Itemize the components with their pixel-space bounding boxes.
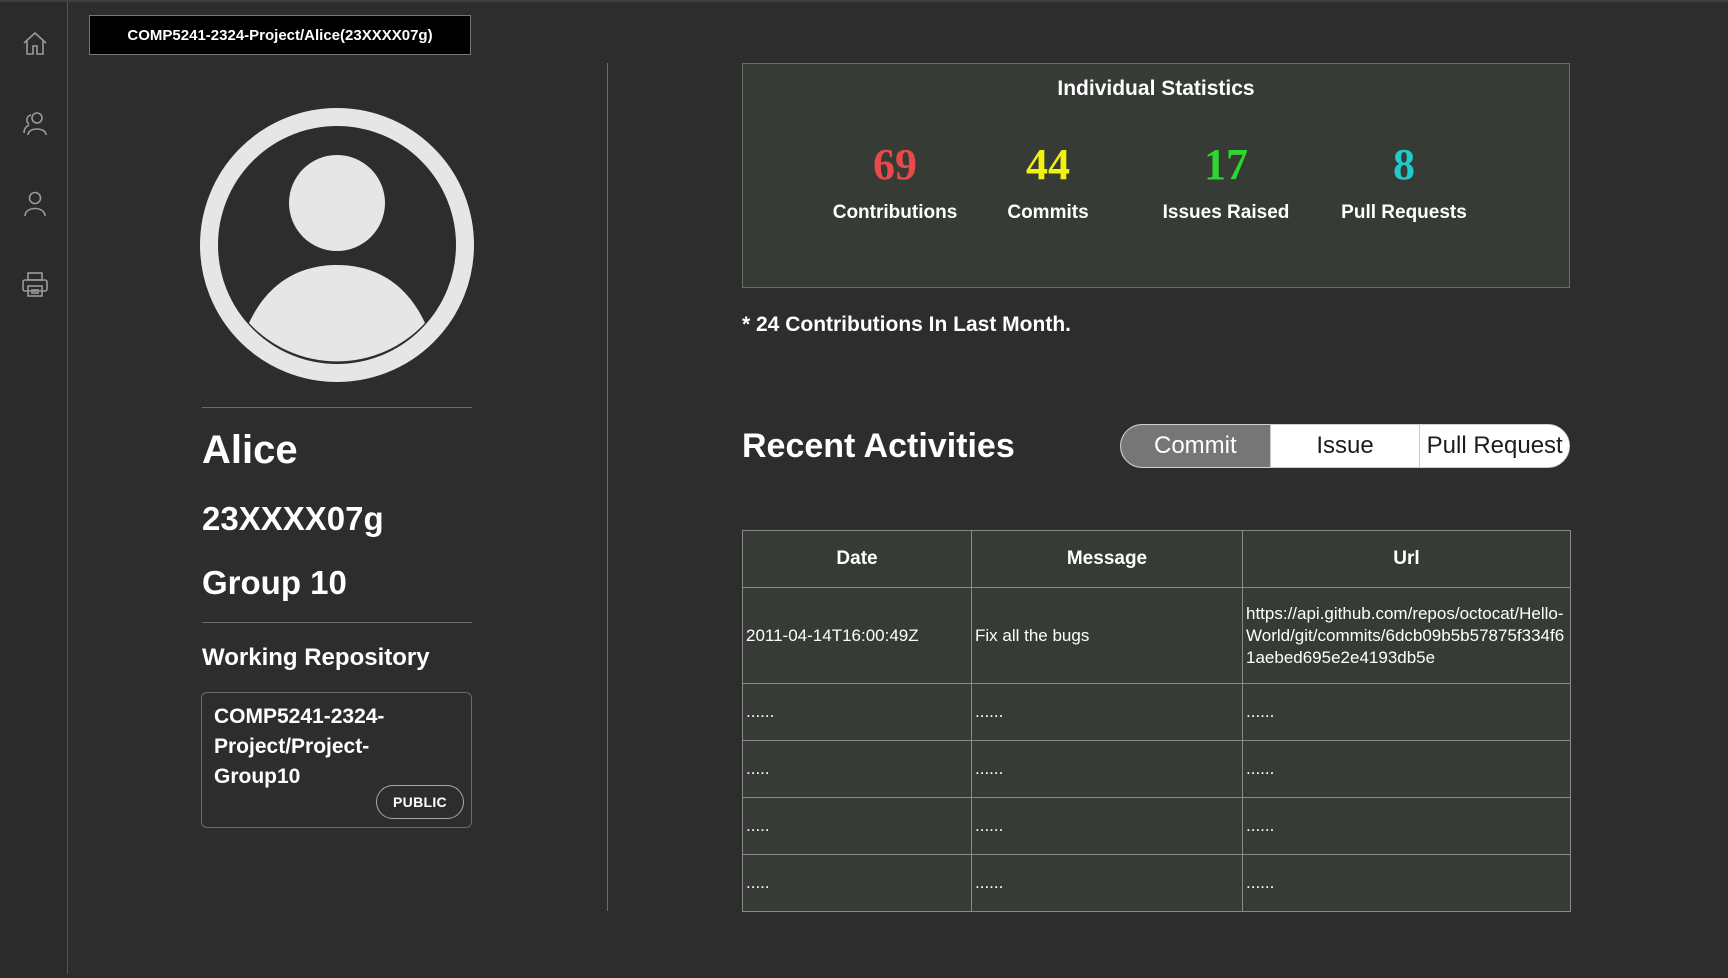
cell-url: ......	[1242, 854, 1571, 912]
group-name: Group 10	[202, 564, 347, 601]
table-row[interactable]: ..... ...... ......	[742, 854, 1571, 912]
table-row[interactable]: ..... ...... ......	[742, 797, 1571, 855]
stat-value: 17	[1204, 140, 1248, 189]
table-row[interactable]: ...... ...... ......	[742, 683, 1571, 741]
table-row[interactable]: ..... ...... ......	[742, 740, 1571, 798]
tab-issue[interactable]: Issue	[1269, 425, 1420, 467]
column-header-date: Date	[742, 530, 972, 588]
stat-value: 44	[1026, 140, 1070, 189]
printer-icon	[22, 272, 48, 297]
visibility-badge: PUBLIC	[376, 785, 464, 819]
avatar-icon	[200, 108, 474, 382]
cell-url: ......	[1242, 797, 1571, 855]
column-header-message: Message	[971, 530, 1243, 588]
cell-message: ......	[971, 797, 1243, 855]
repo-heading: Working Repository	[202, 644, 430, 671]
window-top-border	[0, 0, 1728, 2]
stat-pull-requests: 8 Pull Requests	[1319, 140, 1489, 224]
stat-commits: 44 Commits	[963, 140, 1133, 224]
activities-table: Date Message Url 2011-04-14T16:00:49Z Fi…	[742, 530, 1571, 912]
users-icon	[23, 112, 47, 136]
stat-label: Contributions	[832, 202, 958, 223]
recent-activities-title: Recent Activities	[742, 427, 1015, 465]
activity-type-switch: Commit Issue Pull Request	[1120, 424, 1570, 468]
cell-url: ......	[1242, 740, 1571, 798]
cell-message: ......	[971, 683, 1243, 741]
profile-divider-bottom	[202, 622, 472, 623]
stat-label: Issues Raised	[1162, 202, 1290, 223]
cell-message: ......	[971, 740, 1243, 798]
column-header-url: Url	[1242, 530, 1571, 588]
cell-date: 2011-04-14T16:00:49Z	[742, 587, 972, 684]
cell-date: .....	[742, 740, 972, 798]
nav-profile-button[interactable]	[18, 187, 52, 221]
home-icon	[23, 31, 47, 55]
cell-date: .....	[742, 797, 972, 855]
stats-title: Individual Statistics	[1057, 77, 1255, 100]
repo-name: COMP5241-2324-Project/Project-Group10	[214, 705, 385, 788]
profile-divider-top	[202, 407, 472, 408]
stat-issues: 17 Issues Raised	[1141, 140, 1311, 224]
table-header-row: Date Message Url	[742, 530, 1571, 588]
tab-commit[interactable]: Commit	[1121, 425, 1270, 467]
repo-card[interactable]: COMP5241-2324-Project/Project-Group10 PU…	[201, 692, 472, 828]
profile-name: Alice	[202, 428, 298, 472]
table-row[interactable]: 2011-04-14T16:00:49Z Fix all the bugs ht…	[742, 587, 1571, 684]
stat-label: Commits	[1007, 202, 1089, 223]
last-month-note: * 24 Contributions In Last Month.	[742, 313, 1071, 336]
cell-message: ......	[971, 854, 1243, 912]
nav-home-button[interactable]	[18, 26, 52, 60]
stat-value: 8	[1393, 140, 1415, 189]
cell-url: ......	[1242, 683, 1571, 741]
student-id: 23XXXX07g	[202, 500, 384, 537]
column-divider	[607, 63, 608, 911]
stats-panel: Individual Statistics 69 Contributions 4…	[742, 63, 1570, 288]
stat-value: 69	[873, 140, 917, 189]
cell-url[interactable]: https://api.github.com/repos/octocat/Hel…	[1242, 587, 1571, 684]
sidebar	[0, 2, 68, 974]
stat-label: Pull Requests	[1341, 202, 1467, 223]
cell-date: ......	[742, 683, 972, 741]
cell-date: .....	[742, 854, 972, 912]
nav-print-button[interactable]	[18, 268, 52, 302]
breadcrumb: COMP5241-2324-Project/Alice(23XXXX07g)	[89, 15, 471, 55]
cell-message: Fix all the bugs	[971, 587, 1243, 684]
user-icon	[24, 191, 46, 217]
stat-contributions: 69 Contributions	[810, 140, 980, 224]
tab-pull-request[interactable]: Pull Request	[1419, 425, 1569, 467]
nav-group-button[interactable]	[18, 107, 52, 141]
